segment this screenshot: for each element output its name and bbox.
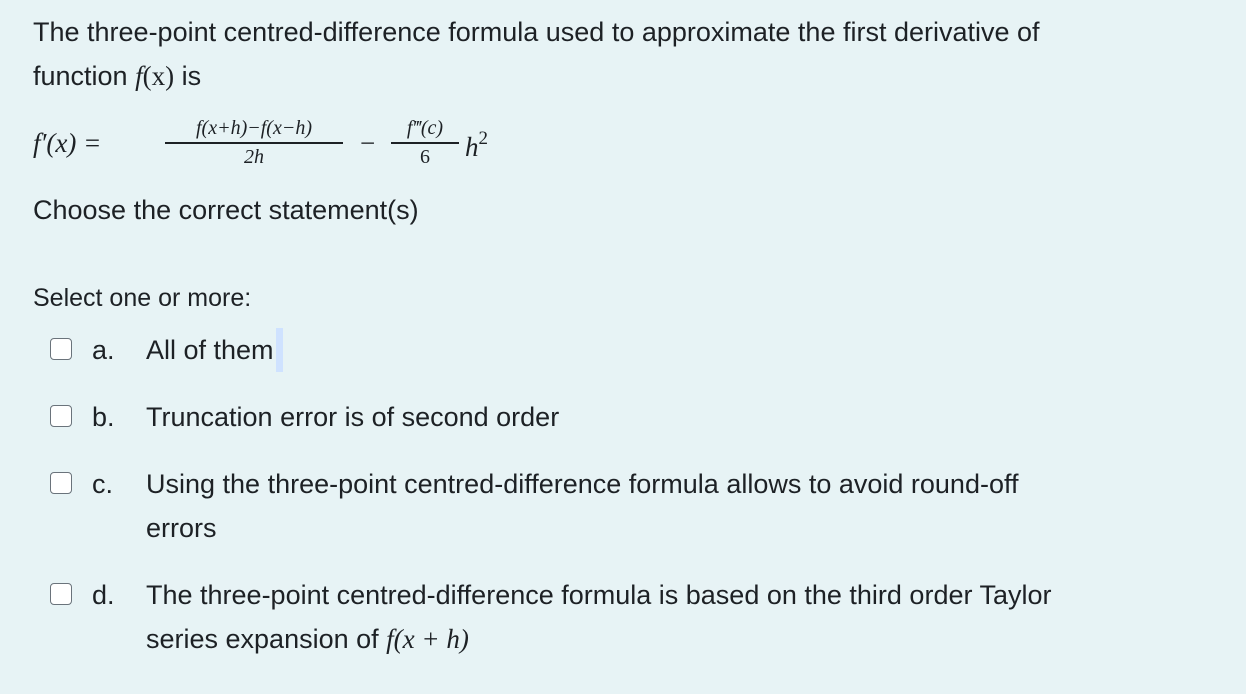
formula-h-squared: h2 bbox=[465, 128, 488, 163]
formula-fraction-1: f(x+h)−f(x−h) 2h bbox=[165, 116, 343, 168]
option-d-math: f(x + h) bbox=[386, 624, 469, 654]
option-a-label[interactable]: All of them bbox=[146, 328, 1206, 372]
option-c-checkbox[interactable] bbox=[50, 472, 72, 494]
formula-fraction-2-numerator: f‴(c) bbox=[406, 117, 444, 139]
option-c-text-line-2: errors bbox=[146, 513, 217, 543]
formula-lhs: f′(x) = bbox=[33, 128, 102, 158]
formula-fraction-2-denominator: 6 bbox=[420, 145, 430, 168]
question-line-1: The three-point centred-difference formu… bbox=[33, 17, 1040, 47]
formula-fraction-1-numerator: f(x+h)−f(x−h) bbox=[196, 117, 312, 139]
option-b-letter: b. bbox=[92, 402, 115, 432]
question-func-arg: (x) bbox=[142, 61, 175, 91]
formula-fraction-2: f‴(c) 6 bbox=[391, 116, 459, 168]
option-c-letter: c. bbox=[92, 469, 114, 499]
option-b-checkbox[interactable] bbox=[50, 405, 72, 427]
option-d-text-line-2-prefix: series expansion of bbox=[146, 624, 387, 654]
formula-minus: − bbox=[360, 128, 376, 158]
formula-fraction-1-denominator: 2h bbox=[244, 145, 264, 168]
option-a-letter: a. bbox=[92, 335, 115, 365]
question-func-f: f bbox=[135, 61, 143, 91]
option-a-text: All of them bbox=[146, 335, 274, 365]
question-line-2-prefix: function bbox=[33, 61, 136, 91]
option-c-text-line-1: Using the three-point centred-difference… bbox=[146, 469, 1019, 499]
option-c-label[interactable]: Using the three-point centred-difference… bbox=[146, 462, 1206, 550]
formula-h: h bbox=[465, 132, 479, 162]
formula-fraction-1-bar bbox=[165, 142, 343, 144]
option-a-checkbox[interactable] bbox=[50, 338, 72, 360]
question-prompt: Choose the correct statement(s) bbox=[33, 195, 419, 225]
formula-exponent: 2 bbox=[478, 128, 489, 149]
select-label: Select one or more: bbox=[33, 284, 252, 312]
option-b-label[interactable]: Truncation error is of second order bbox=[146, 395, 1206, 439]
option-d-checkbox[interactable] bbox=[50, 583, 72, 605]
text-cursor-highlight bbox=[275, 328, 283, 372]
option-d-label[interactable]: The three-point centred-difference formu… bbox=[146, 573, 1206, 661]
option-d-letter: d. bbox=[92, 580, 115, 610]
question-line-2: function f(x) is bbox=[33, 58, 201, 94]
question-line-2-suffix: is bbox=[174, 61, 202, 91]
formula-fraction-2-bar bbox=[391, 142, 459, 144]
option-d-text-line-1: The three-point centred-difference formu… bbox=[146, 580, 1052, 610]
